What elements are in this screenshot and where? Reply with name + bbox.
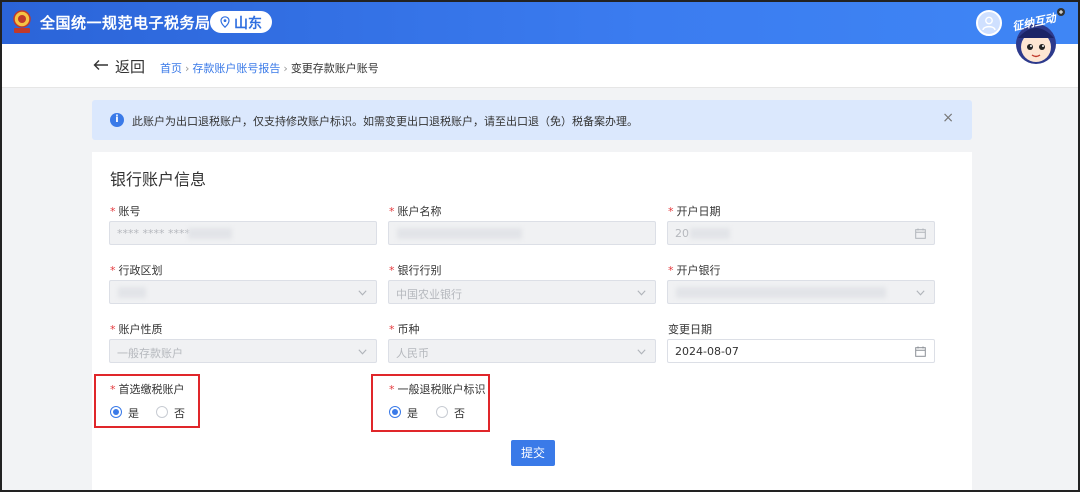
open-bank-label: * 开户银行 [668, 264, 721, 277]
preferred-tax-label: * 首选缴税账户 [110, 383, 185, 396]
chevron-down-icon [637, 349, 646, 355]
back-label: 返回 [115, 58, 146, 76]
notice-message: 此账户为出口退税账户，仅支持修改账户标识。如需变更出口退税账户，请至出口退（免）… [132, 115, 638, 128]
bank-type-value: 中国农业银行 [396, 288, 462, 301]
account-nature-select: 一般存款账户 [109, 339, 377, 363]
breadcrumb-home[interactable]: 首页 [160, 62, 182, 75]
account-no-input: **** **** **** [109, 221, 377, 245]
open-date-label: * 开户日期 [668, 205, 721, 218]
admin-region-label: * 行政区划 [110, 264, 163, 277]
info-notice: i 此账户为出口退税账户，仅支持修改账户标识。如需变更出口退税账户，请至出口退（… [92, 100, 972, 140]
chevron-down-icon [358, 290, 367, 296]
currency-select: 人民币 [388, 339, 656, 363]
region-selector[interactable]: 山东 [210, 11, 272, 33]
masked-text [690, 228, 730, 239]
arrow-left-icon [93, 60, 108, 70]
user-avatar[interactable] [976, 10, 1002, 36]
currency-label: * 币种 [389, 323, 420, 336]
breadcrumb-separator: › [283, 62, 288, 75]
tax-emblem-icon [13, 10, 31, 33]
info-icon: i [110, 113, 124, 127]
account-name-label: * 账户名称 [389, 205, 442, 218]
bank-type-label: * 银行行别 [389, 264, 442, 277]
account-nature-label: * 账户性质 [110, 323, 163, 336]
masked-text [188, 228, 232, 239]
radio-dot [110, 406, 122, 418]
chevron-down-icon [358, 349, 367, 355]
change-date-label: 变更日期 [668, 323, 712, 336]
close-icon[interactable]: × [942, 110, 954, 126]
user-icon [982, 16, 996, 31]
radio-dot [436, 406, 448, 418]
change-date-input[interactable]: 2024-08-07 [667, 339, 935, 363]
open-date-input: 20 [667, 221, 935, 245]
breadcrumb-current: 变更存款账户账号 [290, 62, 379, 75]
radio-dot [389, 406, 401, 418]
account-nature-value: 一般存款账户 [117, 347, 183, 360]
open-date-value: 20 [675, 227, 689, 240]
app-title: 全国统一规范电子税务局 [40, 14, 211, 32]
region-label: 山东 [234, 16, 262, 32]
chevron-down-icon [916, 290, 925, 296]
location-pin-icon [220, 16, 230, 28]
breadcrumb-bar: 返回 首页 › 存款账户账号报告 › 变更存款账户账号 [0, 44, 1080, 88]
masked-text [118, 287, 146, 298]
bank-type-select: 中国农业银行 [388, 280, 656, 304]
interaction-mascot[interactable]: 征纳互动 [1006, 4, 1066, 66]
account-no-label: * 账号 [110, 205, 141, 218]
top-bar: 全国统一规范电子税务局 山东 [0, 0, 1080, 44]
change-date-value: 2024-08-07 [675, 345, 739, 358]
breadcrumb: 首页 › 存款账户账号报告 › 变更存款账户账号 [160, 60, 379, 76]
refund-flag-label: * 一般退税账户标识 [389, 383, 486, 396]
bank-account-card: 银行账户信息 * 账号 **** **** **** * 账户名称 * 开户日期 20… [92, 152, 972, 492]
radio-dot [156, 406, 168, 418]
account-name-input [388, 221, 656, 245]
open-bank-select [667, 280, 935, 304]
breadcrumb-separator: › [185, 62, 190, 75]
calendar-icon [915, 228, 926, 239]
currency-value: 人民币 [396, 347, 429, 360]
chevron-down-icon [637, 290, 646, 296]
masked-text [397, 228, 522, 239]
submit-button[interactable]: 提交 [511, 440, 555, 466]
breadcrumb-deposit-report[interactable]: 存款账户账号报告 [192, 62, 280, 75]
card-title: 银行账户信息 [110, 170, 207, 189]
masked-text [676, 287, 886, 298]
account-no-value: **** **** **** [117, 227, 190, 240]
calendar-icon [915, 346, 926, 357]
admin-region-select [109, 280, 377, 304]
